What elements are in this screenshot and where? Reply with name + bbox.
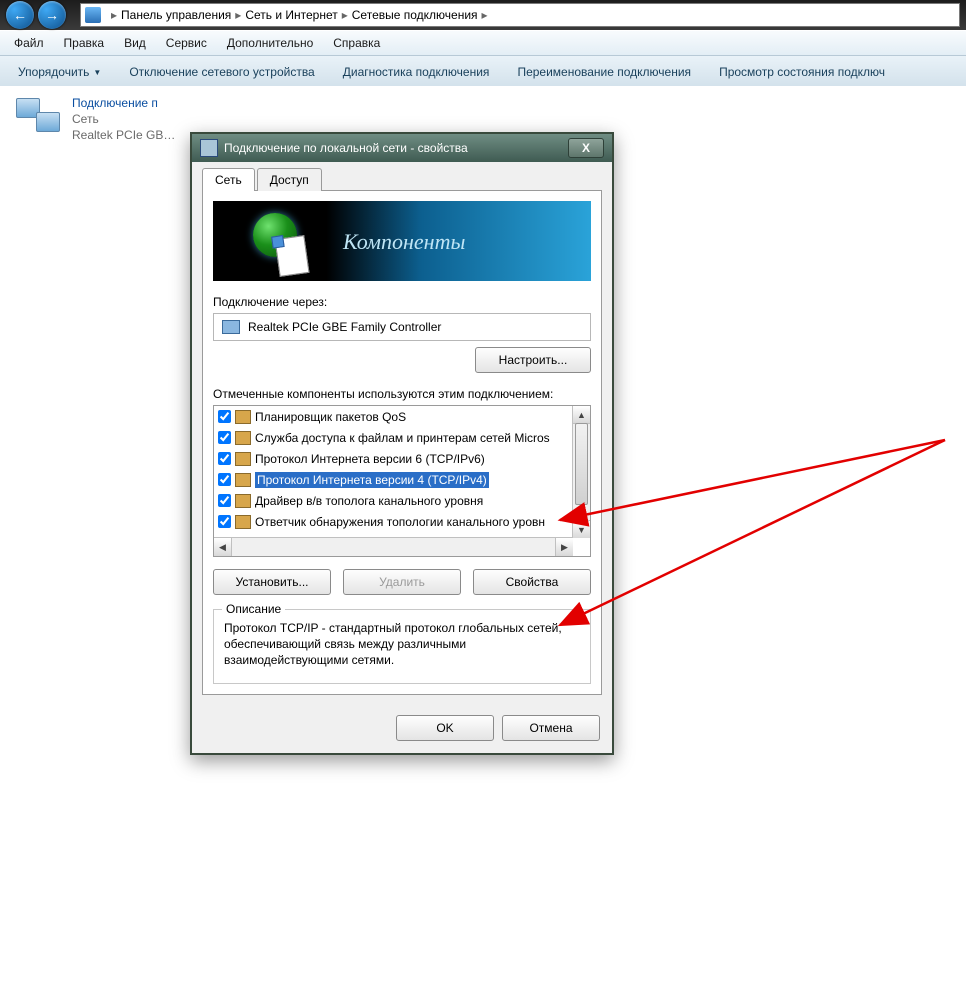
component-icon [235, 515, 251, 529]
ok-button[interactable]: OK [396, 715, 494, 741]
menu-advanced[interactable]: Дополнительно [217, 33, 323, 53]
component-icon [235, 410, 251, 424]
components-label: Отмеченные компоненты используются этим … [213, 387, 591, 401]
scroll-up-icon[interactable]: ▲ [573, 406, 590, 424]
dialog-title: Подключение по локальной сети - свойства [224, 141, 568, 155]
list-item[interactable]: Протокол Интернета версии 4 (TCP/IPv4) [214, 469, 573, 490]
chevron-right-icon: ▸ [235, 8, 241, 22]
configure-button[interactable]: Настроить... [475, 347, 591, 373]
toolbar: Упорядочить ▼ Отключение сетевого устрой… [0, 56, 966, 89]
list-item[interactable]: Ответчик обнаружения топологии канальног… [214, 511, 573, 532]
component-checkbox[interactable] [218, 431, 231, 444]
list-item[interactable]: Служба доступа к файлам и принтерам сете… [214, 427, 573, 448]
breadcrumb[interactable]: ▸ Панель управления ▸ Сеть и Интернет ▸ … [80, 3, 960, 27]
menubar: Файл Правка Вид Сервис Дополнительно Спр… [0, 30, 966, 56]
breadcrumb-item[interactable]: Сеть и Интернет [245, 8, 337, 22]
scroll-left-icon[interactable]: ◀ [214, 538, 232, 556]
tab-access[interactable]: Доступ [257, 168, 322, 191]
component-icon [235, 473, 251, 487]
tabpage-network: Компоненты Подключение через: Realtek PC… [202, 190, 602, 695]
scroll-thumb[interactable] [575, 423, 588, 505]
components-banner: Компоненты [213, 201, 591, 281]
component-checkbox[interactable] [218, 494, 231, 507]
connection-icon [14, 96, 62, 138]
nic-icon [222, 320, 240, 334]
banner-text: Компоненты [343, 229, 465, 255]
scroll-down-icon[interactable]: ▼ [573, 520, 590, 538]
chevron-right-icon: ▸ [342, 8, 348, 22]
component-icon [235, 431, 251, 445]
dialog-titlebar[interactable]: Подключение по локальной сети - свойства… [192, 134, 612, 162]
checklist-icon [275, 235, 310, 277]
rename-button[interactable]: Переименование подключения [503, 60, 705, 84]
adapter-name: Realtek PCIe GBE Family Controller [248, 320, 441, 334]
titlebar: ← → ▸ Панель управления ▸ Сеть и Интерне… [0, 0, 966, 30]
chevron-right-icon: ▸ [111, 8, 117, 22]
cancel-button[interactable]: Отмена [502, 715, 600, 741]
menu-view[interactable]: Вид [114, 33, 156, 53]
close-button[interactable]: X [568, 138, 604, 158]
connection-adapter: Realtek PCIe GB… [72, 128, 175, 142]
network-icon [85, 7, 101, 23]
component-label: Протокол Интернета версии 6 (TCP/IPv6) [255, 452, 485, 466]
organize-button[interactable]: Упорядочить ▼ [4, 60, 115, 84]
description-legend: Описание [222, 602, 285, 616]
components-listbox[interactable]: Планировщик пакетов QoS Служба доступа к … [213, 405, 591, 557]
breadcrumb-item[interactable]: Сетевые подключения [352, 8, 478, 22]
menu-edit[interactable]: Правка [54, 33, 115, 53]
component-checkbox[interactable] [218, 452, 231, 465]
back-button[interactable]: ← [6, 1, 34, 29]
component-buttons: Установить... Удалить Свойства [213, 569, 591, 595]
connection-text: Подключение п Сеть Realtek PCIe GB… [72, 96, 175, 142]
list-item[interactable]: Протокол Интернета версии 6 (TCP/IPv6) [214, 448, 573, 469]
component-icon [235, 494, 251, 508]
uninstall-button: Удалить [343, 569, 461, 595]
tab-network[interactable]: Сеть [202, 168, 255, 191]
component-label: Ответчик обнаружения топологии канальног… [255, 515, 545, 529]
view-status-button[interactable]: Просмотр состояния подключ [705, 60, 899, 84]
dialog-footer: OK Отмена [192, 705, 612, 753]
vertical-scrollbar[interactable]: ▲ ▼ [572, 406, 590, 538]
tabs: Сеть Доступ [202, 168, 602, 191]
horizontal-scrollbar[interactable]: ◀ ▶ [214, 537, 573, 556]
scroll-right-icon[interactable]: ▶ [555, 538, 573, 556]
adapter-icon [200, 139, 218, 157]
component-label: Протокол Интернета версии 4 (TCP/IPv4) [255, 472, 489, 488]
properties-dialog: Подключение по локальной сети - свойства… [190, 132, 614, 755]
list-item[interactable]: Драйвер в/в тополога канального уровня [214, 490, 573, 511]
install-button[interactable]: Установить... [213, 569, 331, 595]
component-checkbox[interactable] [218, 515, 231, 528]
component-icon [235, 452, 251, 466]
component-label: Драйвер в/в тополога канального уровня [255, 494, 483, 508]
description-group: Описание Протокол TCP/IP - стандартный п… [213, 609, 591, 684]
dialog-body: Сеть Доступ Компоненты Подключение через… [192, 162, 612, 705]
connection-name: Подключение п [72, 96, 175, 110]
disable-device-button[interactable]: Отключение сетевого устройства [115, 60, 328, 84]
connection-status: Сеть [72, 112, 175, 126]
menu-help[interactable]: Справка [323, 33, 390, 53]
description-text: Протокол TCP/IP - стандартный протокол г… [224, 620, 580, 669]
component-label: Служба доступа к файлам и принтерам сете… [255, 431, 550, 445]
diagnose-button[interactable]: Диагностика подключения [329, 60, 504, 84]
adapter-field: Realtek PCIe GBE Family Controller [213, 313, 591, 341]
organize-label: Упорядочить [18, 65, 89, 79]
forward-button[interactable]: → [38, 1, 66, 29]
chevron-right-icon: ▸ [482, 8, 488, 22]
properties-button[interactable]: Свойства [473, 569, 591, 595]
component-label: Планировщик пакетов QoS [255, 410, 406, 424]
menu-tools[interactable]: Сервис [156, 33, 217, 53]
breadcrumb-item[interactable]: Панель управления [121, 8, 231, 22]
component-checkbox[interactable] [218, 410, 231, 423]
chevron-down-icon: ▼ [93, 68, 101, 77]
component-checkbox[interactable] [218, 473, 231, 486]
connect-via-label: Подключение через: [213, 295, 591, 309]
list-item[interactable]: Планировщик пакетов QoS [214, 406, 573, 427]
menu-file[interactable]: Файл [4, 33, 54, 53]
